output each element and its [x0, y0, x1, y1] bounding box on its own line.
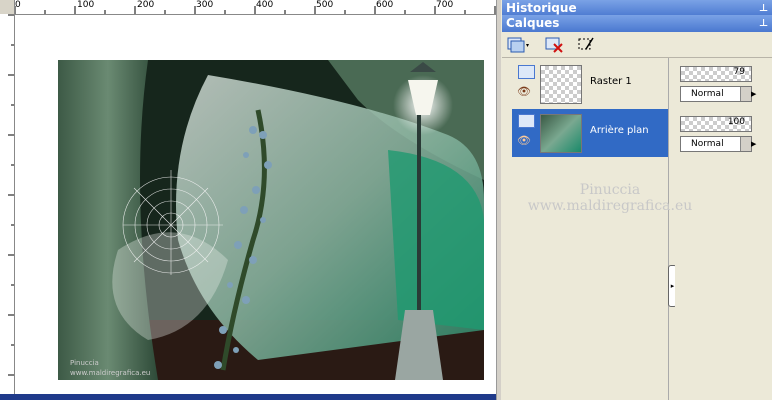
- selection-edit-icon: [578, 37, 594, 50]
- artwork-signature-name: Pinuccia: [70, 359, 99, 367]
- blend-mode-select[interactable]: Normal ▶: [680, 136, 756, 152]
- vertical-ruler: [0, 14, 15, 394]
- layers-toolbar: [502, 32, 772, 58]
- dropdown-arrow-icon[interactable]: ▶: [740, 137, 756, 151]
- layer-name[interactable]: Arrière plan: [590, 125, 649, 136]
- new-layer-icon: [507, 37, 529, 53]
- horizontal-ruler: 0 100 200 300 400 500 600 700: [0, 0, 500, 15]
- watermark: Pinuccia www.maldiregrafica.eu: [520, 182, 700, 214]
- watermark-url: www.maldiregrafica.eu: [527, 198, 693, 214]
- watermark-name: Pinuccia: [579, 182, 641, 198]
- opacity-value: 79: [733, 67, 745, 77]
- opacity-slider[interactable]: 79: [680, 66, 752, 82]
- layers-panel-header[interactable]: Calques ⊥: [502, 15, 772, 32]
- layer-properties: 79 Normal ▶ 100 Normal ▶: [675, 58, 772, 400]
- eye-icon[interactable]: 👁: [517, 134, 531, 147]
- panel-divider[interactable]: [496, 0, 501, 400]
- delete-layer-icon: [545, 37, 563, 53]
- dropdown-arrow-icon[interactable]: ▶: [740, 87, 756, 101]
- layer-row-raster-1[interactable]: 👁 Raster 1: [512, 60, 668, 108]
- layers-panel-title: Calques: [506, 16, 560, 30]
- artwork-signature-url: www.maldiregrafica.eu: [70, 369, 150, 377]
- status-bar: [0, 394, 500, 400]
- edit-selection-button[interactable]: [576, 35, 598, 53]
- artwork-scene: Pinuccia www.maldiregrafica.eu: [58, 60, 484, 380]
- layer-row-background[interactable]: 👁 Arrière plan: [512, 109, 668, 157]
- raster-layer-icon: [518, 65, 535, 79]
- blend-mode-select[interactable]: Normal ▶: [680, 86, 756, 102]
- raster-layer-icon: [518, 114, 535, 128]
- delete-layer-button[interactable]: [544, 35, 566, 53]
- new-layer-button[interactable]: [506, 35, 529, 53]
- opacity-slider[interactable]: 100: [680, 116, 752, 132]
- pin-icon[interactable]: ⊥: [759, 15, 768, 32]
- opacity-value: 100: [727, 117, 745, 127]
- layer-thumbnail: [540, 114, 582, 153]
- layers-list: 👁 Raster 1 👁 Arrière plan: [502, 58, 669, 400]
- image-canvas[interactable]: Pinuccia www.maldiregrafica.eu: [15, 15, 498, 394]
- ruler-ticks: [14, 6, 496, 14]
- ruler-ticks: [8, 14, 14, 376]
- layer-thumbnail: [540, 65, 582, 104]
- layer-name[interactable]: Raster 1: [590, 76, 632, 87]
- history-panel-title: Historique: [506, 1, 577, 15]
- eye-icon[interactable]: 👁: [517, 85, 531, 98]
- blend-mode-value: Normal: [691, 89, 724, 99]
- ruler-corner: [0, 0, 15, 15]
- blend-mode-value: Normal: [691, 139, 724, 149]
- artwork-image: Pinuccia www.maldiregrafica.eu: [58, 60, 484, 380]
